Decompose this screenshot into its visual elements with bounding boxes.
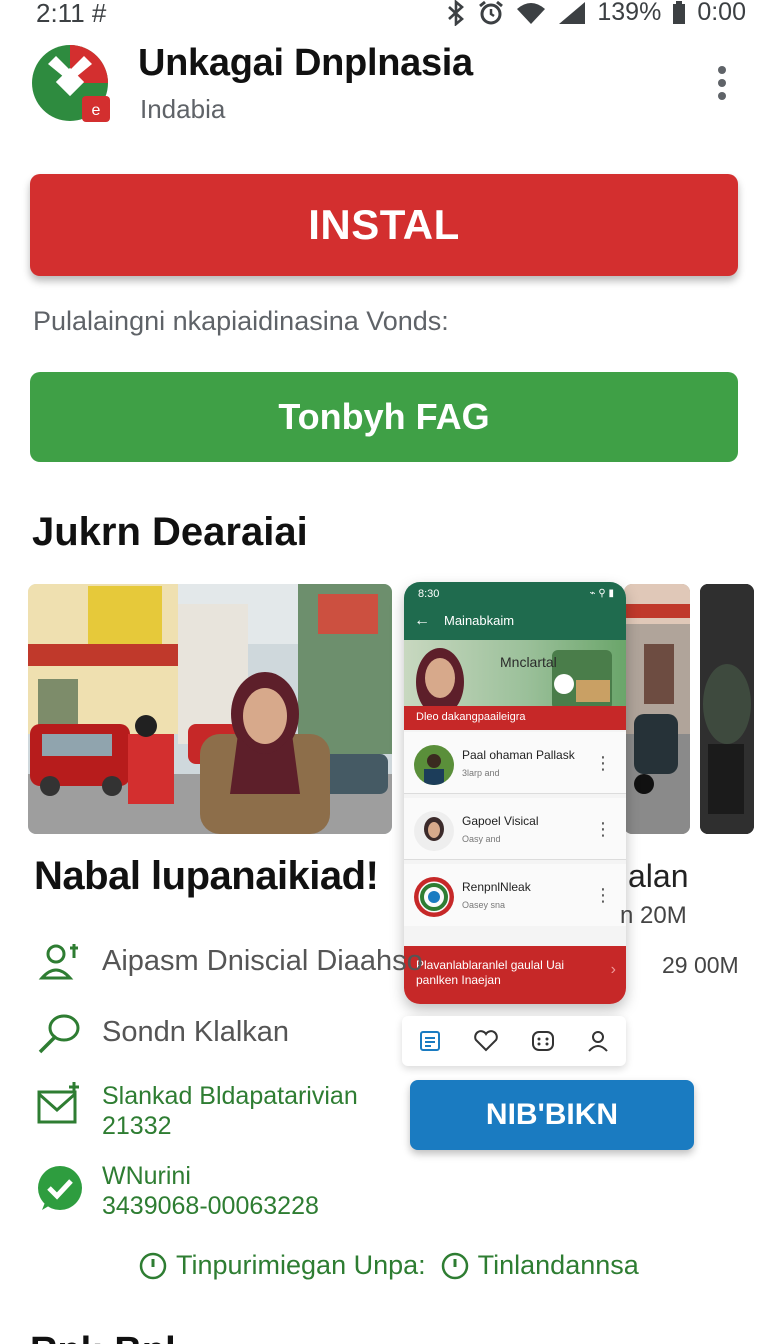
- info-row-line2: 21332: [102, 1112, 172, 1140]
- status-extra-icon: #: [91, 0, 107, 28]
- more-options-icon[interactable]: [708, 62, 736, 104]
- app-logo-icon: e: [32, 45, 110, 122]
- list-item-name: Paal ohaman Pallask: [462, 748, 575, 762]
- nibbikn-button[interactable]: NIB'BIKN: [410, 1080, 694, 1150]
- dark-photo: [700, 584, 754, 834]
- chat-icon[interactable]: [531, 1029, 555, 1053]
- list-item-sub: 3larp and: [462, 768, 500, 778]
- faq-button[interactable]: Tonbyh FAG: [30, 372, 738, 462]
- install-button[interactable]: INSTAL: [30, 174, 738, 276]
- screenshot-market-scene[interactable]: [624, 584, 690, 834]
- phone-status-icons: ⌁ ⚲ ▮: [589, 588, 614, 599]
- phone-footer-banner[interactable]: Plavanlablaranlel gaulal Uai panlken Ina…: [404, 946, 626, 1004]
- kebab-menu-icon[interactable]: ⋮: [594, 886, 612, 904]
- clock-icon: [441, 1252, 468, 1279]
- list-item-name: RenpnlNleak: [462, 880, 531, 894]
- screenshots-section-title: Jukrn Dearaiai: [32, 510, 308, 554]
- phone-mockup: 8:30 ⌁ ⚲ ▮ ← Mainabkaim Mnclartal Dleo d…: [404, 582, 626, 1004]
- market-photo: [624, 584, 690, 834]
- footer-link-2[interactable]: Tinlandannsa: [478, 1250, 639, 1281]
- details-partial-label: alan: [628, 858, 689, 894]
- bluetooth-icon: [448, 0, 465, 26]
- list-item[interactable]: Paal ohaman Pallask 3larp and ⋮: [404, 732, 626, 794]
- list-item[interactable]: Gapoel Visical Oasy and ⋮: [404, 798, 626, 860]
- app-developer[interactable]: Indabia: [140, 94, 225, 125]
- phone-clock: 8:30: [418, 588, 440, 600]
- details-title: Nabal lupanaikiad!: [34, 854, 379, 898]
- whatsapp-check-icon: [38, 1166, 82, 1210]
- phone-banner[interactable]: Mnclartal: [404, 640, 626, 716]
- footer-links: Tinpurimiegan Unpa: Tinlandannsa: [138, 1250, 639, 1281]
- status-right-time: 0:00: [697, 0, 746, 26]
- leaf-icon: [38, 1014, 80, 1054]
- profile-icon[interactable]: [586, 1029, 610, 1053]
- battery-icon: [673, 0, 686, 24]
- street-photo: [28, 584, 392, 834]
- wifi-icon: [517, 2, 546, 24]
- screenshot-street-scene[interactable]: [28, 584, 392, 834]
- phone-header-title: Mainabkaim: [444, 613, 515, 628]
- app-title: Unkagai Dnplnasia: [138, 42, 473, 84]
- banner-illustration: [416, 648, 612, 716]
- phone-strip: Dleo dakangpaaileigra: [404, 706, 626, 730]
- phone-banner-title: Mnclartal: [500, 654, 557, 670]
- details-size: 29 00M: [662, 952, 739, 978]
- person-location-icon: [38, 944, 78, 980]
- list-item-sub: Oasey sna: [462, 900, 506, 910]
- info-row-line2: 3439068-00063228: [102, 1192, 319, 1220]
- alarm-icon: [479, 0, 504, 24]
- phone-app-header: 8:30 ⌁ ⚲ ▮ ← Mainabkaim: [404, 582, 626, 640]
- info-row-text: Aipasm Dniscial Diaahso: [102, 945, 423, 977]
- info-row-text: Sondn Klalkan: [102, 1016, 290, 1048]
- mail-plus-icon: [37, 1082, 79, 1124]
- list-item-sub: Oasy and: [462, 834, 501, 844]
- battery-percent: 139%: [597, 0, 662, 26]
- screenshot-dark-scene[interactable]: [700, 584, 754, 834]
- clock-icon: [139, 1252, 167, 1279]
- svg-text:e: e: [92, 102, 101, 119]
- signal-icon: [559, 1, 586, 24]
- phone-footer-text: Plavanlablaranlel gaulal Uai panlken Ina…: [416, 958, 565, 987]
- status-bar: 2:11 # 139% 0:00: [0, 0, 768, 30]
- details-partial-size: n 20M: [620, 902, 687, 929]
- info-row-line1: Slankad Bldapatarivian: [102, 1082, 358, 1110]
- install-subline: Pulalaingni nkapiaidinasina Vonds:: [33, 306, 449, 336]
- footer-link-1[interactable]: Tinpurimiegan Unpa:: [176, 1250, 426, 1281]
- back-arrow-icon[interactable]: ←: [414, 612, 430, 630]
- status-time: 2:11: [36, 0, 85, 28]
- kebab-menu-icon[interactable]: ⋮: [594, 820, 612, 838]
- avatar: [414, 877, 454, 917]
- info-row-line1: WNurini: [102, 1162, 191, 1190]
- phone-bottom-nav: [402, 1016, 626, 1066]
- list-item[interactable]: RenpnlNleak Oasey sna ⋮: [404, 864, 626, 926]
- list-icon[interactable]: [418, 1029, 442, 1053]
- heart-icon[interactable]: [473, 1029, 499, 1053]
- next-section-heading: Rnl: Bnl: [30, 1330, 176, 1344]
- list-item-name: Gapoel Visical: [462, 814, 539, 828]
- chevron-right-icon: ›: [610, 961, 616, 978]
- avatar: [414, 745, 454, 785]
- avatar: [414, 811, 454, 851]
- kebab-menu-icon[interactable]: ⋮: [594, 754, 612, 772]
